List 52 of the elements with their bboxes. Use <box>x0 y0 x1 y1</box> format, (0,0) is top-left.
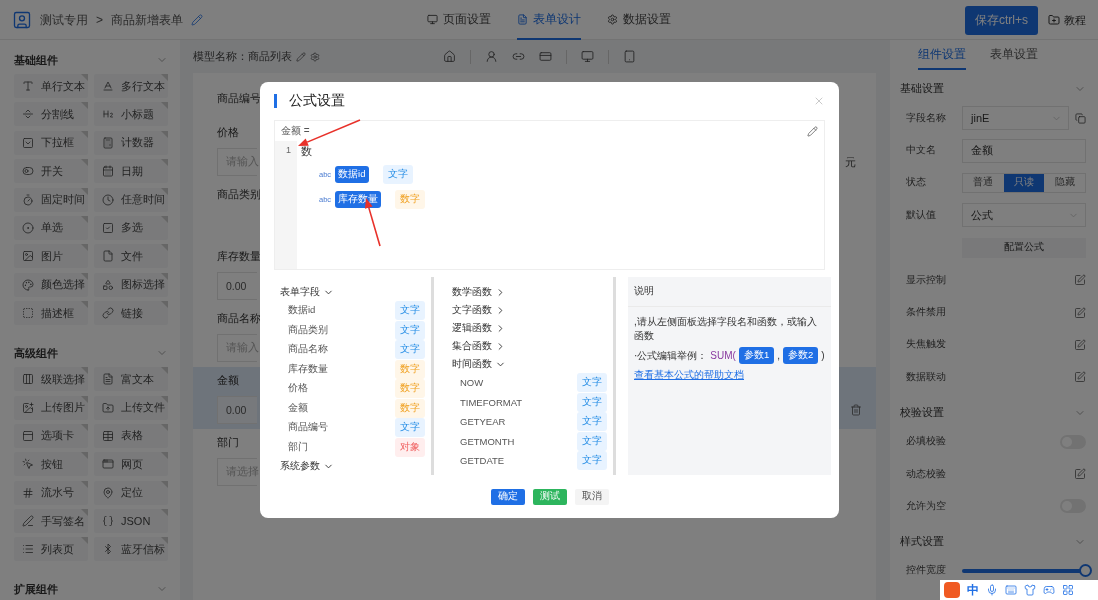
breadcrumb-separator: > <box>96 13 103 27</box>
section-title: 高级组件 <box>14 345 58 361</box>
setting-label: 动态校验 <box>906 467 947 481</box>
type-tag: 数字 <box>395 379 425 399</box>
setting-label: 中文名 <box>906 144 937 158</box>
section-title: 基础设置 <box>900 82 944 96</box>
type-tag: 数字 <box>395 359 425 379</box>
breadcrumb-current: 商品新增表单 <box>111 11 183 29</box>
setting-label: 允许为空 <box>906 500 947 513</box>
field-label: 库存数量 <box>217 249 261 264</box>
setting-label: 条件禁用 <box>906 306 947 320</box>
setting-label: 显示控制 <box>906 273 947 287</box>
section-title: 基础组件 <box>14 52 58 68</box>
setting-label: 控件宽度 <box>906 564 947 578</box>
setting-label: 默认值 <box>906 208 937 222</box>
separator-text: , <box>777 350 780 361</box>
model-name: 模型名称：商品列表 <box>193 49 292 64</box>
field-label: 商品名称 <box>217 311 261 326</box>
section-title: 扩展组件 <box>14 581 58 597</box>
formula-text: 数 <box>301 144 313 159</box>
type-tag: 文字 <box>577 392 607 412</box>
dialog-title: 公式设置 <box>289 92 345 110</box>
section-title: 校验设置 <box>900 405 944 420</box>
type-tag: 文字 <box>395 301 425 321</box>
help-title: 说明 <box>634 285 654 298</box>
field-label: 部门 <box>217 435 239 450</box>
section-title: 样式设置 <box>900 534 944 549</box>
help-text: ·公式编辑举例： <box>634 348 708 363</box>
type-tag: 文字 <box>577 412 607 432</box>
line-number: 1 <box>275 141 297 269</box>
setting-label: 必填校验 <box>906 435 947 449</box>
function-example: SUM( <box>710 350 736 361</box>
type-tag: 文字 <box>577 451 607 471</box>
closing-paren: ) <box>821 350 825 361</box>
type-tag: 文字 <box>395 320 425 340</box>
argument-chip: 参数2 <box>783 347 819 364</box>
type-tag: 对象 <box>395 437 425 457</box>
type-tag: 文字 <box>395 340 425 360</box>
type-tag: 数字 <box>395 398 425 418</box>
type-tag: 文字 <box>577 431 607 451</box>
target-field-label: 金额 = <box>281 124 310 138</box>
argument-chip: 参数1 <box>738 347 775 364</box>
help-text: ,请从左侧面板选择字段名和函数，或输入函数 <box>634 315 818 343</box>
field-label: 金额 <box>217 373 239 388</box>
type-tag: 文字 <box>395 418 425 438</box>
setting-label: 数据联动 <box>906 370 947 384</box>
setting-label: 失焦触发 <box>906 338 947 352</box>
field-label: 价格 <box>217 125 239 140</box>
setting-label: 字段名称 <box>906 111 947 125</box>
unit-label: 元 <box>845 154 856 170</box>
type-tag: 文字 <box>577 373 607 393</box>
setting-label: 状态 <box>906 176 927 190</box>
